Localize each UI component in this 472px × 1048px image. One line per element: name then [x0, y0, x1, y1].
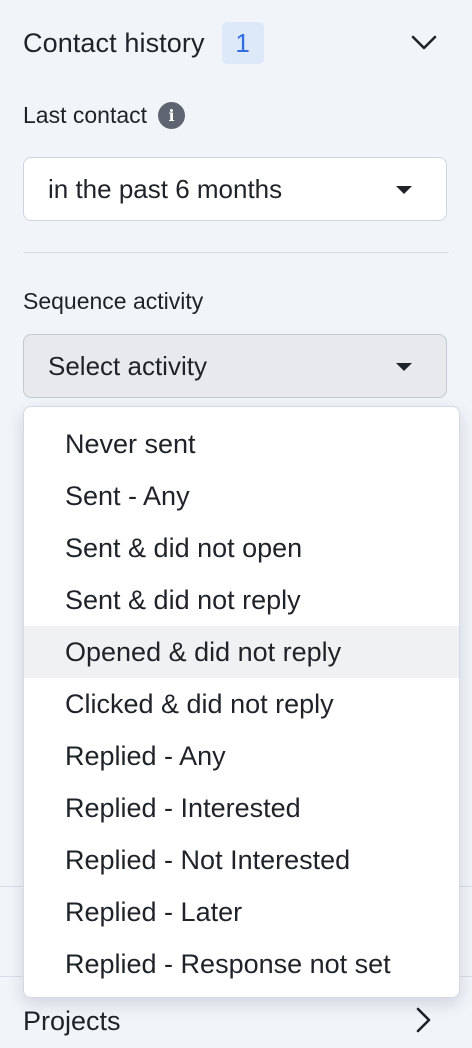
- contact-history-title: Contact history: [23, 27, 205, 58]
- sequence-activity-select[interactable]: Select activity: [23, 334, 447, 398]
- caret-down-icon: [396, 186, 412, 194]
- contact-history-header[interactable]: Contact history 1: [23, 22, 449, 64]
- menu-item-replied-interested[interactable]: Replied - Interested: [24, 782, 459, 834]
- menu-item-replied-later[interactable]: Replied - Later: [24, 886, 459, 938]
- last-contact-label-row: Last contact i: [23, 98, 186, 132]
- last-contact-selected-value: in the past 6 months: [48, 173, 283, 204]
- menu-item-sent-did-not-open[interactable]: Sent & did not open: [24, 522, 459, 574]
- section-divider: [23, 252, 449, 253]
- projects-title: Projects: [23, 1005, 121, 1036]
- last-contact-select[interactable]: in the past 6 months: [23, 157, 447, 221]
- menu-item-clicked-did-not-reply[interactable]: Clicked & did not reply: [24, 678, 459, 730]
- menu-item-replied-response-not-set[interactable]: Replied - Response not set: [24, 938, 459, 990]
- menu-item-opened-did-not-reply[interactable]: Opened & did not reply: [24, 626, 459, 678]
- sequence-activity-label: Sequence activity: [23, 287, 204, 314]
- filter-panel: Contact history 1 Last contact i in the …: [0, 0, 472, 1048]
- chevron-right-icon[interactable]: [407, 1003, 441, 1037]
- info-icon[interactable]: i: [158, 101, 186, 129]
- menu-item-sent-did-not-reply[interactable]: Sent & did not reply: [24, 574, 459, 626]
- menu-item-replied-not-interested[interactable]: Replied - Not Interested: [24, 834, 459, 886]
- last-contact-label: Last contact: [23, 101, 148, 128]
- menu-item-sent-any[interactable]: Sent - Any: [24, 470, 459, 522]
- caret-down-icon: [396, 363, 412, 371]
- sequence-activity-label-row: Sequence activity: [23, 284, 203, 318]
- sequence-activity-dropdown-menu: Never sent Sent - Any Sent & did not ope…: [23, 406, 460, 998]
- sequence-activity-placeholder: Select activity: [48, 350, 207, 381]
- projects-section-header[interactable]: Projects: [23, 998, 449, 1044]
- menu-item-never-sent[interactable]: Never sent: [24, 418, 459, 470]
- chevron-down-icon[interactable]: [407, 26, 441, 60]
- menu-item-replied-any[interactable]: Replied - Any: [24, 730, 459, 782]
- filter-count-badge: 1: [221, 22, 264, 64]
